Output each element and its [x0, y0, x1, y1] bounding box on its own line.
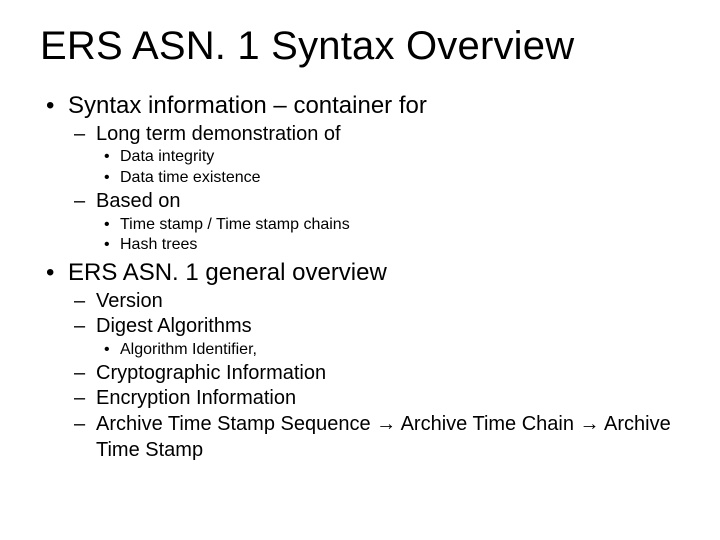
bullet-list: Syntax information – container for Long …: [40, 91, 680, 463]
slide-title: ERS ASN. 1 Syntax Overview: [40, 24, 680, 69]
bullet-lvl3: Algorithm Identifier,: [96, 340, 680, 361]
bullet-lvl2: Based on Time stamp / Time stamp chains …: [68, 189, 680, 256]
bullet-text: Data time existence: [120, 169, 261, 186]
bullet-lvl3: Data time existence: [96, 168, 680, 189]
bullet-sublist: Algorithm Identifier,: [96, 340, 680, 361]
bullet-lvl2: Cryptographic Information: [68, 361, 680, 387]
bullet-lvl3: Time stamp / Time stamp chains: [96, 215, 680, 236]
bullet-sublist: Time stamp / Time stamp chains Hash tree…: [96, 215, 680, 257]
bullet-sublist: Version Digest Algorithms Algorithm Iden…: [68, 289, 680, 463]
bullet-text: Syntax information – container for: [68, 92, 427, 119]
bullet-sublist: Long term demonstration of Data integrit…: [68, 122, 680, 256]
bullet-text: Version: [96, 290, 163, 312]
bullet-lvl2: Digest Algorithms Algorithm Identifier,: [68, 314, 680, 360]
bullet-lvl2: Encryption Information: [68, 386, 680, 412]
bullet-lvl1: ERS ASN. 1 general overview Version Dige…: [40, 258, 680, 463]
bullet-text: Archive Time Stamp Sequence → Archive Ti…: [96, 413, 671, 461]
bullet-lvl3: Hash trees: [96, 235, 680, 256]
bullet-text: Long term demonstration of: [96, 123, 341, 145]
bullet-text: Encryption Information: [96, 387, 296, 409]
bullet-text: Time stamp / Time stamp chains: [120, 216, 350, 233]
bullet-text: Digest Algorithms: [96, 315, 252, 337]
bullet-text: Data integrity: [120, 148, 214, 165]
bullet-text: Hash trees: [120, 236, 197, 253]
slide: ERS ASN. 1 Syntax Overview Syntax inform…: [0, 0, 720, 540]
bullet-text: Cryptographic Information: [96, 362, 326, 384]
bullet-lvl1: Syntax information – container for Long …: [40, 91, 680, 256]
bullet-text: Algorithm Identifier,: [120, 341, 257, 358]
bullet-sublist: Data integrity Data time existence: [96, 147, 680, 189]
bullet-text: ERS ASN. 1 general overview: [68, 259, 387, 286]
bullet-lvl2: Archive Time Stamp Sequence → Archive Ti…: [68, 412, 680, 463]
bullet-text: Based on: [96, 190, 181, 212]
bullet-lvl2: Long term demonstration of Data integrit…: [68, 122, 680, 189]
bullet-lvl3: Data integrity: [96, 147, 680, 168]
bullet-lvl2: Version: [68, 289, 680, 315]
